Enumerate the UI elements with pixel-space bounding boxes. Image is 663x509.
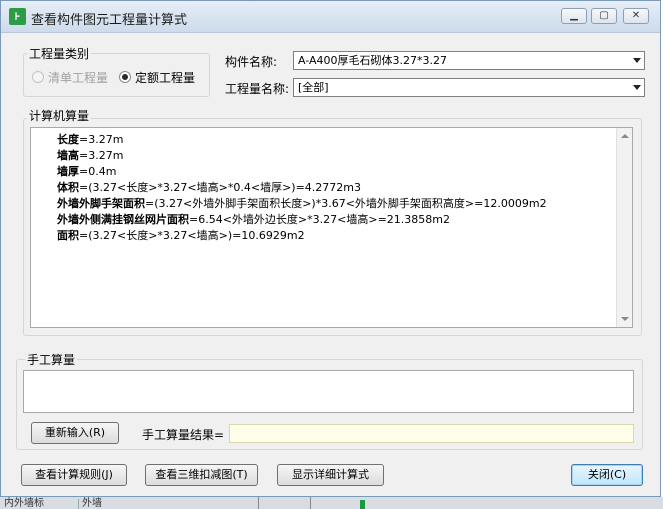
calc-line-name: 外墙外脚手架面积 [57, 197, 145, 210]
close-icon: ✕ [631, 10, 641, 21]
background-divider [310, 497, 311, 509]
calc-line-expr: =(3.27<外墙外脚手架面积长度>)*3.67<外墙外脚手架面积高度>=12.… [145, 197, 547, 210]
scroll-down-icon[interactable] [621, 317, 629, 321]
calc-line-name: 面积 [57, 229, 79, 242]
minimize-icon: ▁ [570, 10, 578, 21]
manual-calc-input[interactable] [23, 370, 634, 413]
calc-line-name: 墙厚 [57, 165, 79, 178]
calc-line-expr: =6.54<外墙外边长度>*3.27<墙高>=21.3858m2 [189, 213, 450, 226]
radio-quota-quantity-label: 定额工程量 [135, 71, 196, 85]
manual-calc-group-title: 手工算量 [25, 351, 78, 368]
background-cell: 内外墙标 [4, 499, 79, 509]
component-name-select[interactable]: A-A400厚毛石砌体3.27*3.27 [293, 51, 645, 70]
calc-line-name: 长度 [57, 133, 79, 146]
show-detail-formula-button[interactable]: 显示详细计算式 [277, 464, 384, 486]
quantity-name-label: 工程量名称: [225, 82, 290, 96]
calc-line-expr: =(3.27<长度>*3.27<墙高>*0.4<墙厚>)=4.2772m3 [79, 181, 361, 194]
radio-quota-quantity[interactable] [119, 71, 131, 83]
window-title: 查看构件图元工程量计算式 [31, 13, 188, 28]
calc-line-expr: =(3.27<长度>*3.27<墙高>)=10.6929m2 [79, 229, 305, 242]
background-marker [360, 500, 365, 509]
quantity-name-value: [全部] [298, 81, 329, 94]
computer-calc-textarea[interactable]: 长度=3.27m 墙高=3.27m 墙厚=0.4m 体积=(3.27<长度>*3… [30, 127, 633, 328]
reenter-button[interactable]: 重新输入(R) [31, 422, 119, 444]
minimize-button[interactable]: ▁ [561, 8, 587, 24]
title-bar[interactable]: ⊦ 查看构件图元工程量计算式 ▁ ▢ ✕ [1, 1, 660, 33]
calc-vertical-scrollbar[interactable] [616, 128, 632, 327]
scroll-up-icon[interactable] [621, 134, 629, 138]
view-3d-deduction-button[interactable]: 查看三维扣减图(T) [145, 464, 258, 486]
calc-line-name: 外墙外侧满挂钢丝网片面积 [57, 213, 189, 226]
close-button[interactable]: 关闭(C) [571, 464, 643, 486]
calc-line-scaffold-area: 外墙外脚手架面积=(3.27<外墙外脚手架面积长度>)*3.67<外墙外脚手架面… [57, 195, 547, 211]
calc-line-length: 长度=3.27m [57, 131, 123, 147]
component-name-value: A-A400厚毛石砌体3.27*3.27 [298, 54, 448, 67]
calc-line-name: 墙高 [57, 149, 79, 162]
calc-line-expr: =0.4m [79, 165, 117, 178]
view-rules-button[interactable]: 查看计算规则(J) [21, 464, 127, 486]
quantity-type-group-title: 工程量类别 [27, 45, 92, 62]
quantity-name-select[interactable]: [全部] [293, 78, 645, 97]
calc-line-mesh-area: 外墙外侧满挂钢丝网片面积=6.54<外墙外边长度>*3.27<墙高>=21.38… [57, 211, 450, 227]
calc-line-expr: =3.27m [79, 133, 124, 146]
background-divider [258, 497, 259, 509]
calc-line-wall-thickness: 墙厚=0.4m [57, 163, 116, 179]
dialog-window: ⊦ 查看构件图元工程量计算式 ▁ ▢ ✕ 工程量类别 清单工程量 定额工程量 构… [0, 0, 661, 497]
maximize-button[interactable]: ▢ [591, 8, 617, 24]
computer-calc-group-title: 计算机算量 [27, 107, 92, 124]
radio-selected-dot [122, 74, 128, 80]
maximize-icon: ▢ [599, 10, 609, 21]
chevron-down-icon [633, 58, 641, 63]
background-cell: 外墙 [82, 498, 102, 509]
component-name-label: 构件名称: [225, 55, 278, 69]
calc-line-wall-height: 墙高=3.27m [57, 147, 123, 163]
manual-result-field[interactable] [229, 424, 634, 443]
manual-result-label: 手工算量结果= [142, 428, 225, 442]
chevron-down-icon [633, 85, 641, 90]
close-window-button[interactable]: ✕ [623, 8, 649, 24]
calc-line-volume: 体积=(3.27<长度>*3.27<墙高>*0.4<墙厚>)=4.2772m3 [57, 179, 361, 195]
radio-bill-quantity[interactable] [32, 71, 44, 83]
app-logo-icon: ⊦ [9, 8, 26, 25]
radio-bill-quantity-label: 清单工程量 [48, 71, 109, 85]
calc-line-area: 面积=(3.27<长度>*3.27<墙高>)=10.6929m2 [57, 227, 305, 243]
calc-line-expr: =3.27m [79, 149, 124, 162]
calc-line-name: 体积 [57, 181, 79, 194]
